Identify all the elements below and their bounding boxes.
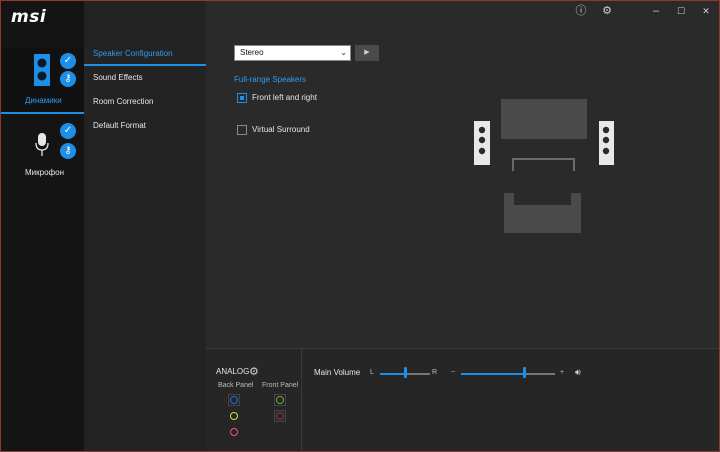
microphone-icon — [35, 133, 49, 156]
speaker-layout-illustration — [474, 99, 614, 233]
device-speakers-label: Динамики — [25, 96, 62, 105]
app-window: msi ✓ ⚷ Динамики ✓ ⚷ Микрофон Speaker Co… — [0, 0, 720, 452]
main-volume-label: Main Volume — [314, 368, 361, 377]
speaker-config-select[interactable]: Stereo ⌄ — [234, 45, 351, 61]
analog-jack-panel: ANALOG ⚙ Back Panel Front Panel — [206, 349, 302, 451]
front-left-right-label: Front left and right — [252, 93, 317, 102]
left-speaker-graphic[interactable] — [474, 121, 490, 165]
device-microphone[interactable]: ✓ ⚷ Микрофон — [1, 121, 84, 181]
msi-logo: msi — [11, 7, 47, 27]
plug-icon: ⚷ — [60, 71, 76, 87]
tab-room-correction[interactable]: Room Correction — [84, 90, 206, 114]
tab-column: Speaker Configuration Sound Effects Room… — [84, 1, 206, 451]
back-jack-lime[interactable] — [228, 410, 240, 422]
front-jack-green[interactable] — [274, 394, 286, 406]
front-jack-red[interactable] — [274, 410, 286, 422]
back-jack-blue[interactable] — [228, 394, 240, 406]
device-speakers[interactable]: ✓ ⚷ Динамики — [1, 48, 84, 114]
virtual-surround-label: Virtual Surround — [252, 125, 310, 134]
volume-minus-label: − — [451, 369, 456, 376]
main-volume-slider[interactable] — [461, 373, 555, 375]
info-icon[interactable]: ⓘ — [574, 4, 588, 18]
speaker-config-value: Stereo — [240, 48, 264, 57]
connected-check-icon: ✓ — [60, 123, 76, 139]
volume-speaker-icon[interactable]: 🔊︎ — [575, 367, 581, 378]
tab-speaker-configuration[interactable]: Speaker Configuration — [84, 42, 206, 66]
right-speaker-graphic[interactable] — [599, 121, 614, 165]
connected-check-icon: ✓ — [60, 53, 76, 69]
tv-screen-graphic — [501, 99, 587, 139]
main-volume-slider-handle[interactable] — [522, 367, 526, 378]
volume-plus-label: + — [560, 369, 565, 376]
virtual-surround-checkbox[interactable] — [237, 125, 247, 135]
front-panel-label: Front Panel — [262, 382, 299, 389]
sofa-graphic — [504, 193, 581, 233]
balance-right-label: R — [432, 369, 438, 376]
tab-sound-effects[interactable]: Sound Effects — [84, 66, 206, 90]
settings-gear-icon[interactable]: ⚙ — [600, 4, 614, 18]
full-range-speakers-heading: Full-range Speakers — [234, 75, 307, 84]
analog-settings-gear-icon[interactable]: ⚙ — [249, 365, 259, 378]
back-panel-label: Back Panel — [218, 382, 254, 389]
plug-icon: ⚷ — [60, 143, 76, 159]
test-play-button[interactable]: ▶ — [355, 45, 379, 61]
maximize-button[interactable]: ☐ — [674, 4, 688, 18]
balance-slider-handle[interactable] — [404, 367, 407, 378]
close-button[interactable]: ✕ — [699, 4, 713, 18]
table-graphic — [512, 158, 575, 171]
device-column: msi ✓ ⚷ Динамики ✓ ⚷ Микрофон — [1, 1, 84, 451]
back-jack-pink[interactable] — [228, 426, 240, 438]
front-left-right-checkbox[interactable] — [237, 93, 247, 103]
bottom-panel: ANALOG ⚙ Back Panel Front Panel Main Vol… — [206, 348, 719, 451]
speaker-icon — [34, 54, 50, 86]
chevron-down-icon: ⌄ — [340, 48, 347, 57]
minimize-button[interactable]: – — [649, 4, 663, 18]
device-microphone-label: Микрофон — [25, 168, 64, 177]
tab-default-format[interactable]: Default Format — [84, 114, 206, 138]
analog-title: ANALOG — [216, 367, 250, 376]
balance-left-label: L — [370, 369, 374, 376]
